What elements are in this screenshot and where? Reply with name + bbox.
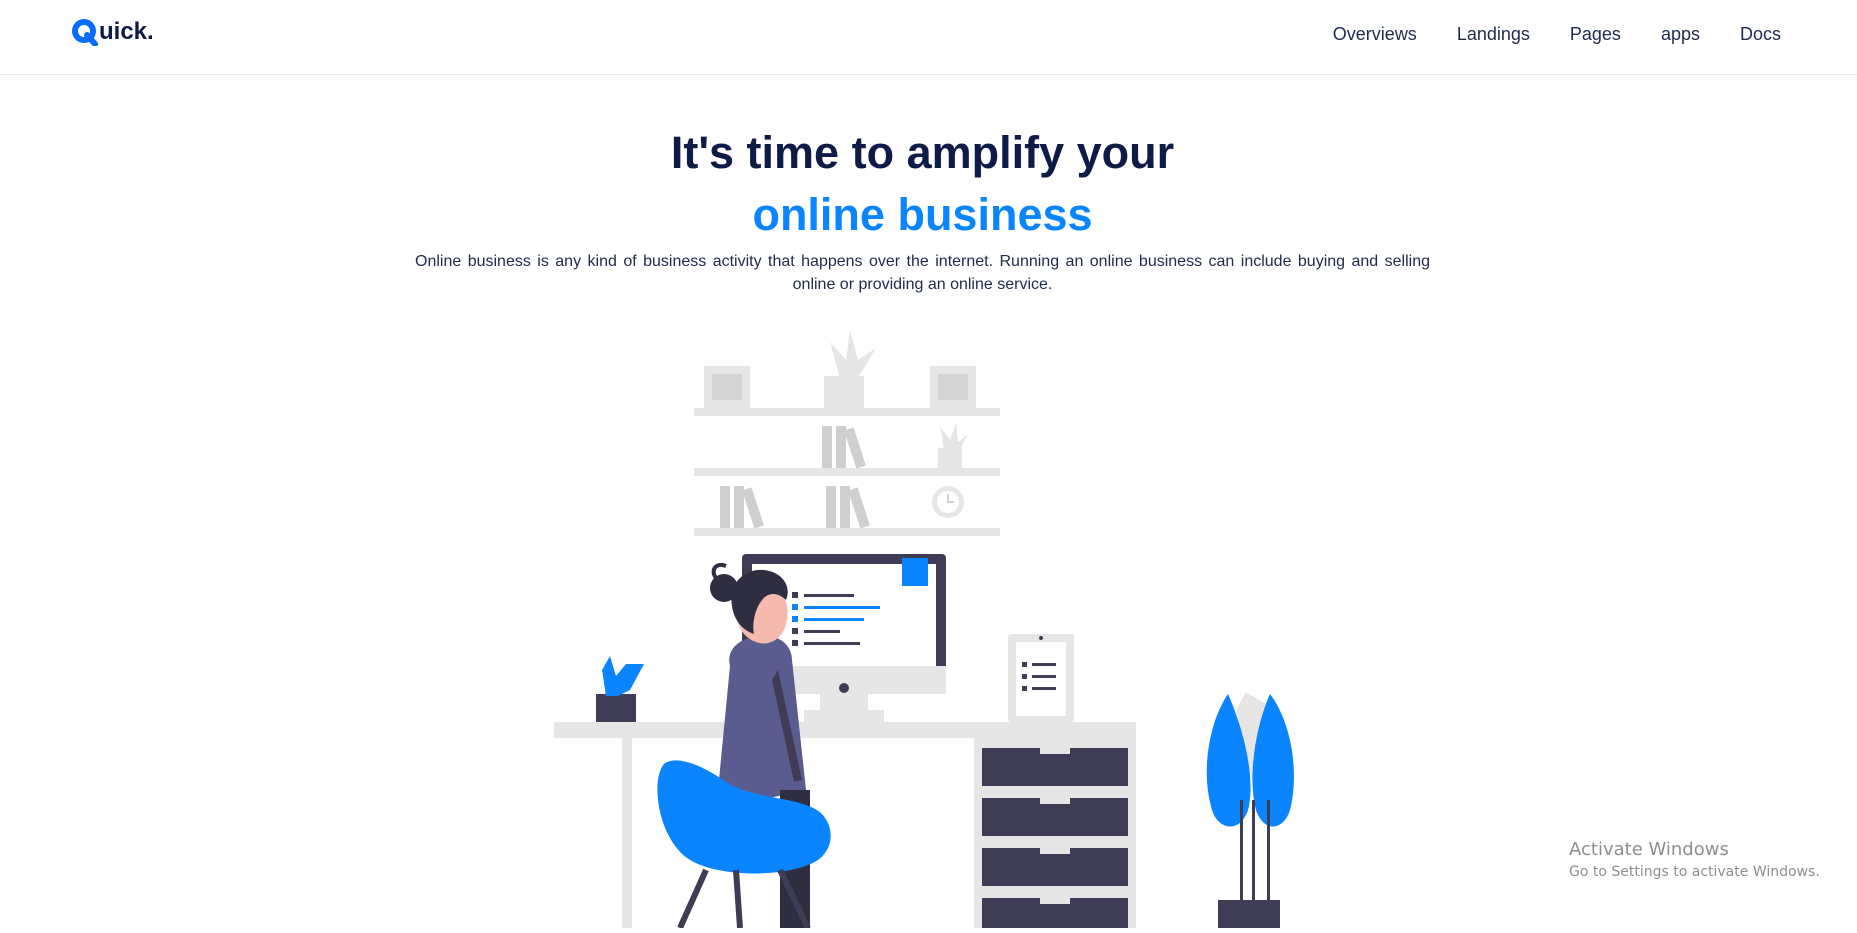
hero-description: Online business is any kind of business … [415, 253, 1430, 293]
nav-overviews[interactable]: Overviews [1333, 18, 1417, 50]
hero-title: It's time to amplify your [670, 127, 1175, 178]
top-navbar: uick. Overviews Landings Pages apps Docs [0, 0, 1857, 75]
workspace-illustration-svg [554, 330, 1294, 930]
watermark-subtitle: Go to Settings to activate Windows. [1569, 864, 1820, 880]
nav-landings[interactable]: Landings [1457, 18, 1530, 50]
nav-docs[interactable]: Docs [1740, 18, 1781, 50]
main-nav: Overviews Landings Pages apps Docs [1293, 18, 1781, 50]
floor-plant [1206, 692, 1294, 928]
desk-plant-leaves [602, 656, 644, 696]
desk-plant-pot [596, 694, 636, 722]
desk-top [554, 722, 1136, 738]
nav-pages[interactable]: Pages [1570, 18, 1621, 50]
workspace-illustration [540, 330, 1320, 930]
logo-q-icon [72, 18, 98, 46]
brand-logo[interactable]: uick. [72, 12, 154, 46]
hero-accent-title: online business [752, 189, 1093, 240]
sticky-note [902, 558, 928, 586]
windows-activation-watermark: Activate Windows Go to Settings to activ… [1569, 838, 1839, 882]
watermark-title: Activate Windows [1569, 839, 1729, 860]
logo-dot: . [147, 18, 154, 45]
nav-apps[interactable]: apps [1661, 18, 1700, 50]
logo-text: uick [99, 18, 148, 45]
